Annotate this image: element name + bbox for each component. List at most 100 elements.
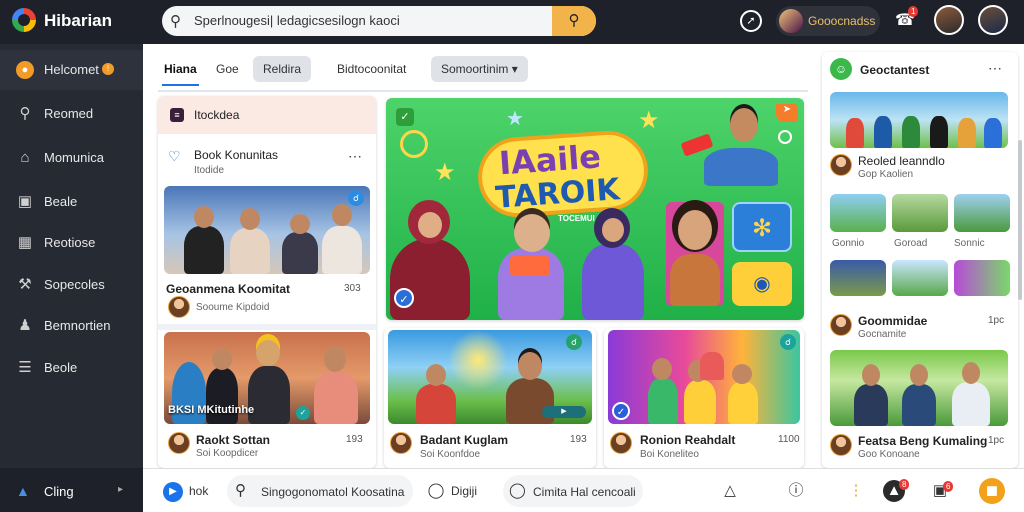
- post-image: ☌ ▶: [388, 330, 592, 424]
- grid-card[interactable]: ☌ ▶ Badant Kuglam 193 Soi Koonfdoe: [384, 328, 596, 468]
- search-bar[interactable]: ⚲ Sperlnougesi| ledagicsesilogn kaoci ⚲: [162, 6, 596, 36]
- sidebar-item-community[interactable]: ⌂ Momunica: [0, 138, 143, 178]
- ring-icon: [400, 130, 428, 158]
- thumbnail[interactable]: [830, 260, 886, 296]
- compass-icon[interactable]: ➚: [740, 10, 762, 32]
- sidebar-item-members[interactable]: ♟ Bemnortien: [0, 306, 143, 346]
- apps-icon[interactable]: ⋮: [845, 480, 867, 502]
- hero-title-line2: TAROIK: [494, 172, 621, 216]
- post-count: 1100: [778, 434, 800, 445]
- avatar: [610, 432, 632, 454]
- sidebar-item-label: Reomed: [44, 106, 94, 121]
- chip-label[interactable]: Digiji: [451, 484, 477, 498]
- search-icon: ⚲: [235, 482, 246, 499]
- post-image[interactable]: ☌: [164, 186, 370, 274]
- account-avatar[interactable]: [978, 5, 1008, 35]
- community-icon: ♡: [168, 148, 181, 164]
- app-title: Hibarian: [44, 11, 113, 30]
- corner-badge-icon: ➤: [776, 104, 798, 122]
- sidebar-item-folder[interactable]: ▣ Beale: [0, 182, 143, 222]
- avatar: [830, 434, 852, 456]
- hero-subtitle: TOCEMUI: [558, 214, 595, 223]
- star-icon: ★: [506, 108, 524, 130]
- sidebar-item-grid[interactable]: ▦ Reotiose: [0, 223, 143, 263]
- search-input[interactable]: Sperlnougesi| ledagicsesilogn kaoci: [194, 13, 400, 28]
- person-icon: ♟: [18, 317, 32, 334]
- search-button[interactable]: ⚲: [552, 6, 596, 36]
- post-image[interactable]: [830, 350, 1008, 426]
- more-icon[interactable]: ⋯: [988, 60, 1002, 77]
- post-image[interactable]: [830, 92, 1008, 148]
- notifications-icon[interactable]: ☎ 1: [894, 6, 919, 32]
- hero-banner[interactable]: ✓ ★ ★ ★ IAaile TAROIK TOCEMUI ✻ ◉ ✓ ➤: [386, 98, 804, 320]
- avatar: [168, 432, 190, 454]
- brand-label[interactable]: hok: [189, 484, 208, 498]
- search-icon: ⚲: [19, 105, 31, 122]
- list-icon: ☰: [18, 359, 32, 376]
- share-icon: ☌: [780, 334, 796, 350]
- post-count: 193: [570, 434, 587, 445]
- thumbnail[interactable]: [892, 260, 948, 296]
- grid-icon: ▦: [17, 234, 33, 251]
- share-icon: ☌: [566, 334, 582, 350]
- wrench-icon: ⚒: [18, 276, 32, 293]
- image-caption: BKSI MKitutinhe: [168, 404, 255, 416]
- list-item-title: Goommidae: [858, 314, 928, 328]
- sidebar-item-label: Momunica: [44, 150, 104, 165]
- app-logo-icon[interactable]: [12, 8, 36, 32]
- sidebar: ● Helcomet ! ⚲ Reomed ⌂ Momunica ▣ Beale ▦ R…: [0, 44, 143, 512]
- user-avatar[interactable]: [934, 5, 964, 35]
- more-icon[interactable]: ⋯: [348, 148, 362, 165]
- thumbnail[interactable]: [830, 194, 886, 232]
- photo-frame: [666, 202, 724, 306]
- sidebar-item-label: Sopecoles: [44, 277, 105, 292]
- notification-icon[interactable]: ◼: [979, 478, 1005, 504]
- chip[interactable]: ◯ Cimita Hal cencoali: [503, 475, 643, 507]
- sidebar-item-tools[interactable]: ⚒ Sopecoles: [0, 265, 143, 305]
- bottom-search[interactable]: ⚲ Singogonomatol Koosatina: [227, 475, 413, 507]
- tab-reldira[interactable]: Reldira: [253, 56, 312, 82]
- tab-goe[interactable]: Goe: [206, 56, 249, 82]
- list-item-subtitle: Gop Kaolien: [858, 169, 914, 180]
- tab-bidtocoonitat[interactable]: Bidtocoonitat: [327, 56, 416, 82]
- sidebar-footer[interactable]: ▲ Cling ▸: [0, 468, 143, 512]
- post-subtitle: Sooume Kipdoid: [196, 302, 270, 313]
- tab-home[interactable]: Hiana: [154, 56, 207, 86]
- sidebar-item-label: Helcomet: [44, 62, 99, 77]
- sidebar-item-home[interactable]: ● Helcomet !: [0, 50, 143, 90]
- chip-label: Cimita Hal cencoali: [533, 485, 636, 499]
- profile-name: Gooocnadss: [808, 14, 876, 28]
- thumbnail-label: Sonnic: [954, 238, 985, 249]
- panel-title: Geoctantest: [860, 63, 930, 77]
- post-subtitle: Soi Koonfdoe: [420, 449, 481, 460]
- tab-dropdown[interactable]: Somoortinim ▾: [431, 56, 528, 82]
- avatar: [830, 314, 852, 336]
- comment-icon: ◯: [509, 482, 526, 499]
- sidebar-item-search[interactable]: ⚲ Reomed: [0, 94, 143, 134]
- profile-pill[interactable]: Gooocnadss: [776, 6, 880, 36]
- grid-card[interactable]: ☌ ✓ Ronion Reahdalt 1100 Boi Koneliteo: [604, 328, 804, 468]
- thumbnail[interactable]: [954, 194, 1010, 232]
- list-item-title: Reoled leanndlo: [858, 154, 945, 168]
- thumbnail[interactable]: [954, 260, 1010, 296]
- post-image[interactable]: BKSI MKitutinhe ✓: [164, 332, 370, 424]
- divider: [158, 90, 808, 92]
- upload-icon[interactable]: △: [719, 480, 741, 502]
- chevron-down-icon: ▾: [511, 62, 518, 76]
- thumbnail-label: Goroad: [894, 238, 928, 249]
- post-count: 303: [344, 283, 361, 294]
- bottom-search-input[interactable]: Singogonomatol Koosatina: [261, 485, 404, 499]
- scrollbar[interactable]: [1018, 140, 1022, 300]
- sidebar-item-label: Reotiose: [44, 235, 96, 250]
- sun-icon: ✻: [732, 202, 792, 252]
- list-item-subtitle: Gocnamite: [858, 329, 907, 340]
- house-icon: ⌂: [20, 149, 30, 166]
- thumbnail[interactable]: [892, 194, 948, 232]
- verified-icon: ✓: [612, 402, 630, 420]
- folder-icon: ▣: [17, 193, 33, 210]
- link-icon: ☌: [348, 190, 364, 206]
- help-icon[interactable]: ⓘ: [785, 480, 807, 502]
- panel-header-label: Itockdea: [194, 108, 240, 122]
- list-item-count: 1pc: [988, 315, 1005, 326]
- sidebar-item-list[interactable]: ☰ Beole: [0, 348, 143, 388]
